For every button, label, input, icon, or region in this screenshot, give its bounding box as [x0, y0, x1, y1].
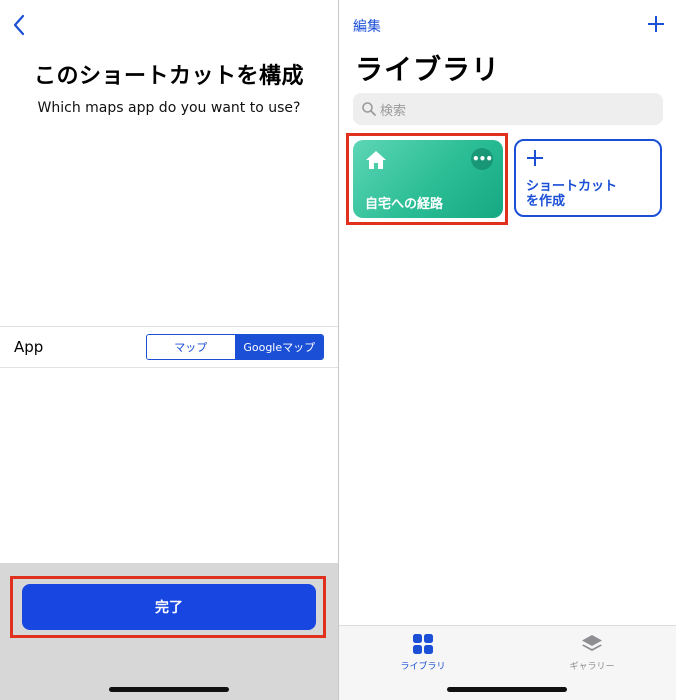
tab-gallery[interactable]: ギャラリー	[542, 632, 642, 672]
library-screen: 編集 ライブラリ 検索 ••• 自宅への経路 ショートカット を作成 ライブラリ…	[339, 0, 676, 700]
plus-icon[interactable]	[646, 14, 666, 34]
app-setting-label: App	[14, 338, 44, 356]
page-subtitle: Which maps app do you want to use?	[37, 100, 301, 116]
page-title: このショートカットを構成	[33, 64, 304, 89]
magnifier-icon	[361, 101, 377, 117]
configure-shortcut-screen: このショートカットを構成 Which maps app do you want …	[0, 0, 338, 700]
create-shortcut-label: ショートカット を作成	[526, 179, 618, 209]
edit-button[interactable]: 編集	[353, 16, 381, 36]
grid-icon	[411, 632, 435, 656]
app-setting-row: App マップ Googleマップ	[0, 326, 338, 368]
home-indicator	[109, 687, 229, 692]
ellipsis-icon[interactable]: •••	[471, 148, 493, 170]
segment-apple-maps[interactable]: マップ	[147, 335, 235, 359]
tab-gallery-label: ギャラリー	[569, 662, 615, 672]
search-input[interactable]: 検索	[353, 93, 663, 125]
tab-library-label: ライブラリ	[400, 662, 446, 672]
shortcut-tile-home-route[interactable]: ••• 自宅への経路	[353, 140, 503, 218]
maps-app-segmented-control: マップ Googleマップ	[146, 334, 324, 360]
segment-google-maps[interactable]: Googleマップ	[234, 335, 323, 359]
search-placeholder: 検索	[380, 104, 407, 119]
done-button[interactable]: 完了	[22, 584, 316, 630]
page-title: ライブラリ	[355, 53, 501, 86]
stack-icon	[580, 632, 604, 656]
plus-icon	[526, 149, 544, 167]
shortcut-name: 自宅への経路	[365, 197, 444, 212]
house-icon	[365, 150, 387, 170]
tab-library[interactable]: ライブラリ	[373, 632, 473, 672]
create-shortcut-tile[interactable]: ショートカット を作成	[514, 139, 662, 217]
chevron-left-icon[interactable]	[10, 12, 30, 38]
home-indicator	[447, 687, 567, 692]
